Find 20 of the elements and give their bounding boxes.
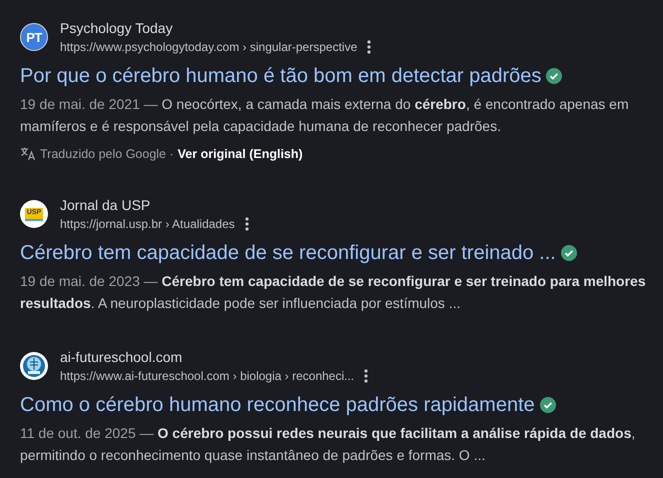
result-snippet: 11 de out. de 2025 — O cérebro possui redes neurais que facilitam a análise rápida de dados, permitindo o reconhecimento quase instantâneo de padrões e formas. O ... [20,424,636,465]
more-options-icon[interactable] [244,217,249,231]
site-url[interactable]: https://www.psychologytoday.com › singular-perspective [60,39,358,55]
site-url[interactable]: https://www.ai-futureschool.com › biologia › reconheci... [60,368,354,384]
result-snippet: 19 de mai. de 2023 — Cérebro tem capacidade de se reconfigurar e ser treinado para melhores resultados. A neuroplasticidade pode ser influenciada por estímulos ... [20,272,647,313]
result-title-link[interactable]: Como o cérebro humano reconhece padrões rapidamente [20,392,535,418]
site-name[interactable]: Psychology Today [60,19,372,37]
translation-note: Traduzido pelo Google · [40,147,174,161]
site-logo [20,352,48,380]
site-url[interactable]: https://jornal.usp.br › Atualidades [60,216,235,232]
site-name[interactable]: Jornal da USP [60,196,249,214]
view-original-link[interactable]: Ver original (English) [178,147,303,161]
result-snippet: 19 de mai. de 2021 — O neocórtex, a camada mais externa do cérebro, é encontrado apenas em mamíferos e é responsável pela capacidade humana de reconhecer padrões. [20,95,630,136]
result-title-link[interactable]: Cérebro tem capacidade de se reconfigurar e ser treinado ... [20,240,556,266]
more-options-icon[interactable] [367,40,372,54]
result-title-link[interactable]: Por que o cérebro humano é tão bom em detectar padrões [20,63,542,89]
site-logo: PT [20,23,48,51]
site-name[interactable]: ai-futureschool.com [60,348,368,366]
translate-icon [20,146,36,162]
more-options-icon[interactable] [364,369,368,383]
